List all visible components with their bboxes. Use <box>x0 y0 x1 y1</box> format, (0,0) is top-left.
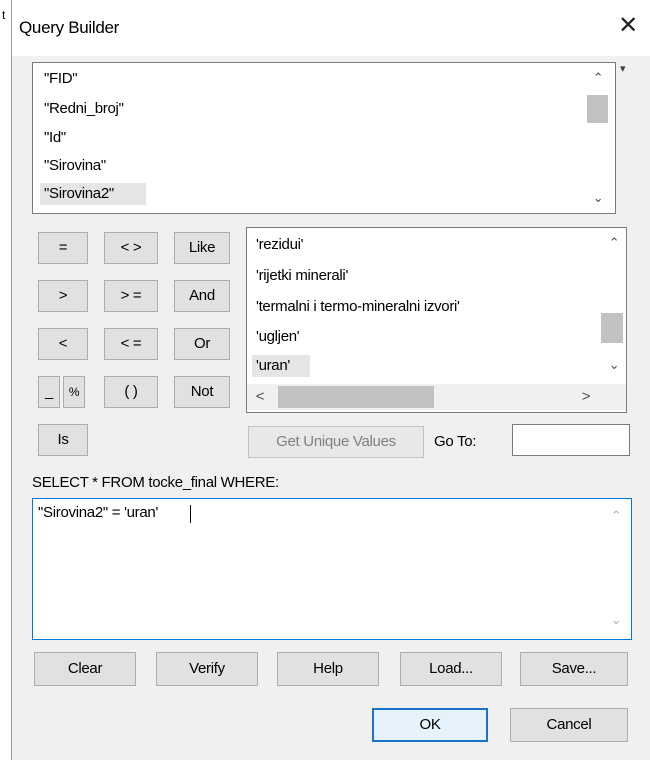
get-unique-values-button[interactable]: Get Unique Values <box>248 426 424 458</box>
greater-than-button[interactable]: > <box>38 280 88 312</box>
value-item-selected[interactable]: 'uran' <box>252 355 310 377</box>
less-than-button[interactable]: < <box>38 328 88 360</box>
value-item[interactable]: 'rezidui' <box>252 234 311 256</box>
value-item[interactable]: 'termalni i termo-mineralni izvori' <box>252 296 468 318</box>
parentheses-button[interactable]: ( ) <box>104 376 158 408</box>
equals-button[interactable]: = <box>38 232 88 264</box>
field-item[interactable]: "Redni_broj" <box>40 98 132 120</box>
go-to-label: Go To: <box>434 433 477 450</box>
expression-text: "Sirovina2" = 'uran' <box>38 504 159 521</box>
field-item-selected[interactable]: "Sirovina2" <box>40 183 146 205</box>
value-item[interactable]: 'ugljen' <box>252 326 307 348</box>
background-text-fragment: t <box>2 8 6 22</box>
like-button[interactable]: Like <box>174 232 230 264</box>
fields-scroll-thumb[interactable] <box>587 95 608 123</box>
help-button[interactable]: Help <box>277 652 379 686</box>
values-scroll-up-icon[interactable]: ⌃ <box>604 235 624 253</box>
background-window-edge <box>0 0 12 760</box>
dialog-title: Query Builder <box>19 18 120 37</box>
cancel-button[interactable]: Cancel <box>510 708 628 742</box>
values-hscroll-thumb[interactable] <box>278 386 434 408</box>
values-scroll-thumb[interactable] <box>601 313 623 343</box>
value-item[interactable]: 'rijetki minerali' <box>252 265 356 287</box>
field-item[interactable]: "Sirovina" <box>40 155 114 177</box>
verify-button[interactable]: Verify <box>156 652 258 686</box>
go-to-input[interactable] <box>512 424 630 456</box>
field-item[interactable]: "Id" <box>40 127 74 149</box>
values-scroll-down-icon[interactable]: ⌄ <box>604 357 624 375</box>
load-button[interactable]: Load... <box>400 652 502 686</box>
fields-scroll-up-icon[interactable]: ⌃ <box>588 70 608 88</box>
sql-prefix-label: SELECT * FROM tocke_final WHERE: <box>32 474 279 491</box>
dropdown-corner-icon[interactable]: ▾ <box>620 62 626 75</box>
save-button[interactable]: Save... <box>520 652 628 686</box>
field-item[interactable]: "FID" <box>40 68 85 90</box>
expression-scroll-down-icon[interactable]: ⌄ <box>606 612 626 630</box>
percent-button[interactable]: % <box>63 376 85 408</box>
expression-scroll-up-icon[interactable]: ⌃ <box>606 508 626 526</box>
not-equal-button[interactable]: < > <box>104 232 158 264</box>
fields-scroll-down-icon[interactable]: ⌄ <box>588 190 608 208</box>
values-scroll-right-icon[interactable]: > <box>578 388 594 406</box>
close-icon[interactable]: ✕ <box>614 12 642 40</box>
greater-equal-button[interactable]: > = <box>104 280 158 312</box>
or-button[interactable]: Or <box>174 328 230 360</box>
clear-button[interactable]: Clear <box>34 652 136 686</box>
text-cursor <box>190 505 191 523</box>
not-button[interactable]: Not <box>174 376 230 408</box>
values-scroll-left-icon[interactable]: < <box>252 388 268 406</box>
less-equal-button[interactable]: < = <box>104 328 158 360</box>
and-button[interactable]: And <box>174 280 230 312</box>
is-button[interactable]: Is <box>38 424 88 456</box>
ok-button[interactable]: OK <box>372 708 488 742</box>
underscore-button[interactable]: _ <box>38 376 60 408</box>
